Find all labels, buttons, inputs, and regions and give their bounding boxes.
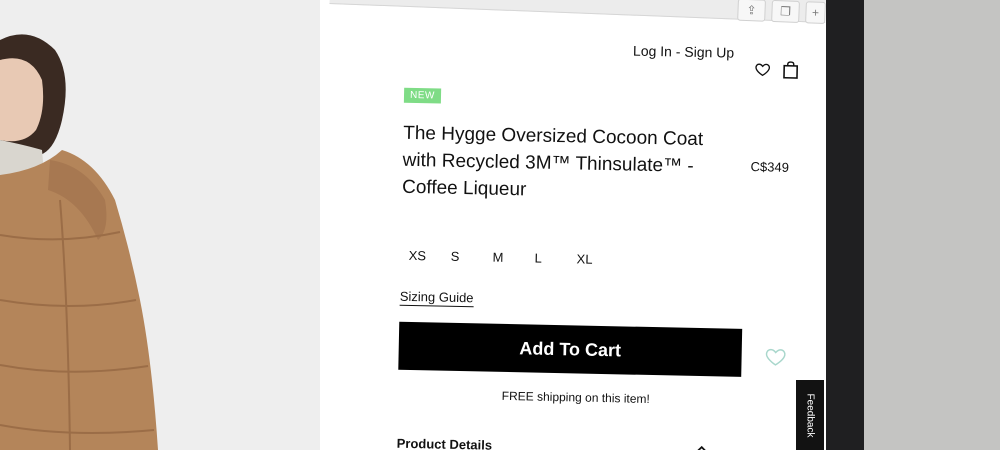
product-panel: Log In - Sign Up NEW The Hygge Oversized… bbox=[320, 0, 826, 450]
product-details-toggle[interactable]: Product Details bbox=[397, 436, 493, 450]
browser-window: Log In - Sign Up NEW The Hygge Oversized… bbox=[0, 0, 826, 450]
product-price: C$349 bbox=[750, 159, 790, 175]
product-image bbox=[0, 0, 320, 450]
size-selector: XS S M L XL bbox=[409, 248, 619, 267]
chevron-up-icon[interactable] bbox=[695, 442, 709, 450]
size-option-s[interactable]: S bbox=[451, 249, 493, 265]
tabs-icon[interactable]: ❐ bbox=[771, 0, 800, 23]
favorite-heart-icon[interactable] bbox=[764, 345, 786, 367]
shipping-note: FREE shipping on this item! bbox=[501, 388, 650, 406]
new-tab-icon[interactable]: + bbox=[805, 1, 826, 24]
size-option-m[interactable]: M bbox=[492, 250, 534, 266]
wishlist-heart-icon[interactable] bbox=[752, 59, 772, 79]
share-icon[interactable]: ⇪ bbox=[737, 0, 766, 22]
background-wall bbox=[864, 0, 1000, 450]
feedback-label: Feedback bbox=[804, 393, 816, 437]
size-option-xs[interactable]: XS bbox=[409, 248, 451, 264]
product-panel-content: Log In - Sign Up NEW The Hygge Oversized… bbox=[311, 0, 826, 450]
add-to-cart-button[interactable]: Add To Cart bbox=[398, 321, 743, 377]
new-badge: NEW bbox=[403, 87, 442, 104]
sizing-guide-link[interactable]: Sizing Guide bbox=[399, 288, 474, 308]
login-signup-link[interactable]: Log In - Sign Up bbox=[633, 43, 734, 61]
monitor-bezel bbox=[826, 0, 864, 450]
size-option-xl[interactable]: XL bbox=[576, 251, 618, 267]
size-option-l[interactable]: L bbox=[534, 251, 576, 267]
shopping-bag-icon[interactable] bbox=[780, 60, 800, 80]
feedback-tab[interactable]: Feedback bbox=[796, 380, 824, 450]
product-title: The Hygge Oversized Cocoon Coat with Rec… bbox=[401, 122, 704, 201]
